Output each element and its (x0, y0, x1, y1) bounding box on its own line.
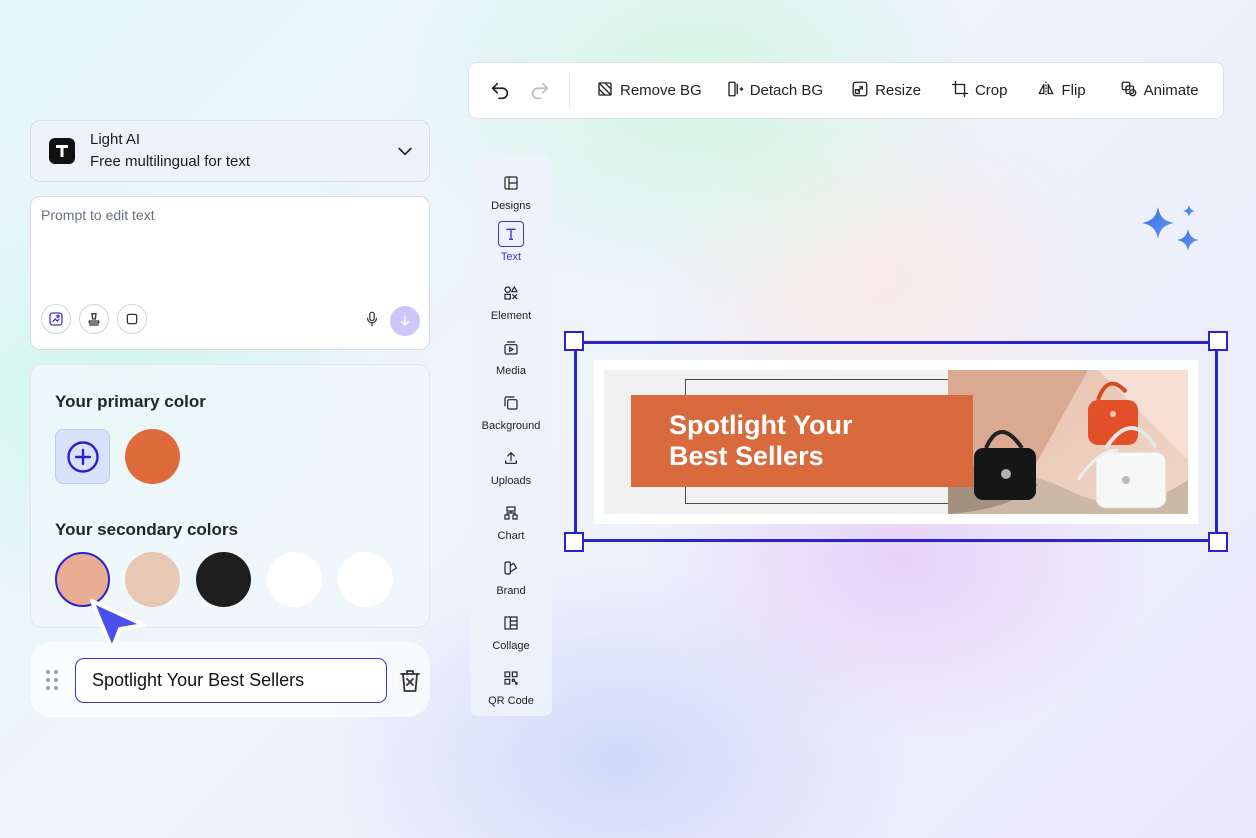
animate-button[interactable]: Animate (1110, 71, 1209, 111)
side-item-label: Uploads (490, 475, 532, 487)
text-icon (498, 221, 524, 247)
background-icon (498, 390, 524, 416)
secondary-color-swatch[interactable] (338, 552, 393, 607)
remove-bg-button[interactable]: Remove BG (586, 71, 712, 111)
side-panel: Designs Text Element Media Background Up… (470, 154, 552, 716)
side-item-designs[interactable]: Designs (470, 170, 552, 212)
side-item-collage[interactable]: Collage (470, 610, 552, 652)
side-item-background[interactable]: Background (470, 390, 552, 432)
designs-icon (498, 170, 524, 196)
resize-icon (851, 80, 869, 102)
microphone-icon[interactable] (363, 310, 381, 328)
secondary-color-swatch[interactable] (267, 552, 322, 607)
model-logo-icon (49, 138, 75, 164)
resize-handle-bottom-right[interactable] (1208, 532, 1228, 552)
remove-bg-label: Remove BG (620, 82, 702, 99)
brand-icon (498, 555, 524, 581)
side-item-chart[interactable]: Chart (470, 500, 552, 542)
animate-icon (1120, 80, 1138, 102)
flip-label: Flip (1061, 82, 1086, 99)
upload-icon (498, 445, 524, 471)
arrow-down-icon (400, 315, 410, 326)
chart-icon (498, 500, 524, 526)
side-item-label: Background (481, 420, 541, 432)
crop-button[interactable]: Crop (941, 71, 1018, 111)
side-item-text[interactable]: Text (470, 221, 552, 263)
stamp-icon (88, 313, 100, 326)
side-item-label: Text (500, 251, 522, 263)
trash-icon[interactable] (398, 668, 422, 694)
model-description: Free multilingual for text (90, 153, 251, 170)
prompt-input[interactable] (41, 207, 419, 287)
resize-handle-top-left[interactable] (564, 331, 584, 351)
side-item-brand[interactable]: Brand (470, 555, 552, 597)
side-item-label: QR Code (488, 695, 534, 707)
element-icon (498, 280, 524, 306)
brand-colors-panel: Your primary color Your secondary colors (30, 364, 430, 628)
resize-handle-top-right[interactable] (1208, 331, 1228, 351)
prompt-box (30, 196, 430, 350)
model-name: Light AI (90, 131, 141, 148)
collage-icon (498, 610, 524, 636)
toolbar-divider (569, 73, 570, 108)
media-icon (498, 335, 524, 361)
redo-icon[interactable] (527, 78, 553, 104)
primary-color-title: Your primary color (55, 392, 206, 411)
ai-sparkle-icon (1142, 205, 1199, 251)
flip-button[interactable]: Flip (1027, 71, 1095, 111)
side-item-media[interactable]: Media (470, 335, 552, 377)
chevron-down-icon[interactable] (395, 141, 415, 161)
secondary-colors-title: Your secondary colors (55, 520, 238, 539)
primary-color-swatch[interactable] (125, 429, 180, 484)
side-item-element[interactable]: Element (470, 280, 552, 322)
animate-label: Animate (1143, 82, 1199, 99)
side-item-label: Designs (491, 200, 531, 212)
qr-code-icon (498, 665, 524, 691)
side-item-label: Chart (497, 530, 525, 542)
model-selector[interactable]: Light AI Free multilingual for text (30, 120, 430, 182)
model-info: Light AI Free multilingual for text (90, 129, 395, 173)
detach-bg-button[interactable]: Detach BG (716, 71, 833, 111)
detach-bg-icon (726, 80, 744, 102)
secondary-color-swatch[interactable] (196, 552, 251, 607)
undo-icon[interactable] (487, 78, 513, 104)
remove-bg-icon (596, 80, 614, 102)
pointer-cursor-icon (90, 599, 146, 651)
plus-circle-icon (66, 440, 99, 473)
flip-icon (1037, 80, 1055, 102)
add-color-button[interactable] (55, 429, 110, 484)
drag-handle-icon[interactable] (45, 669, 59, 691)
resize-handle-bottom-left[interactable] (564, 532, 584, 552)
frame-button[interactable] (117, 304, 147, 334)
crop-icon (951, 80, 969, 102)
resize-label: Resize (875, 82, 921, 99)
square-icon (126, 313, 138, 325)
detach-bg-label: Detach BG (749, 82, 824, 99)
send-button[interactable] (390, 306, 420, 336)
side-item-uploads[interactable]: Uploads (470, 445, 552, 487)
crop-label: Crop (974, 82, 1008, 99)
side-item-label: Brand (496, 585, 526, 597)
side-item-label: Element (490, 310, 532, 322)
side-item-label: Collage (492, 640, 530, 652)
text-layer-input[interactable] (75, 658, 387, 703)
side-item-qr-code[interactable]: QR Code (470, 665, 552, 707)
selection-box (564, 331, 1228, 552)
top-toolbar: Remove BG Detach BG Resize Crop Flip Ani… (468, 62, 1224, 119)
stamp-button[interactable] (79, 304, 109, 334)
magic-image-icon (49, 312, 63, 326)
side-item-label: Media (496, 365, 526, 377)
resize-button[interactable]: Resize (841, 71, 931, 111)
image-edit-button[interactable] (41, 304, 71, 334)
